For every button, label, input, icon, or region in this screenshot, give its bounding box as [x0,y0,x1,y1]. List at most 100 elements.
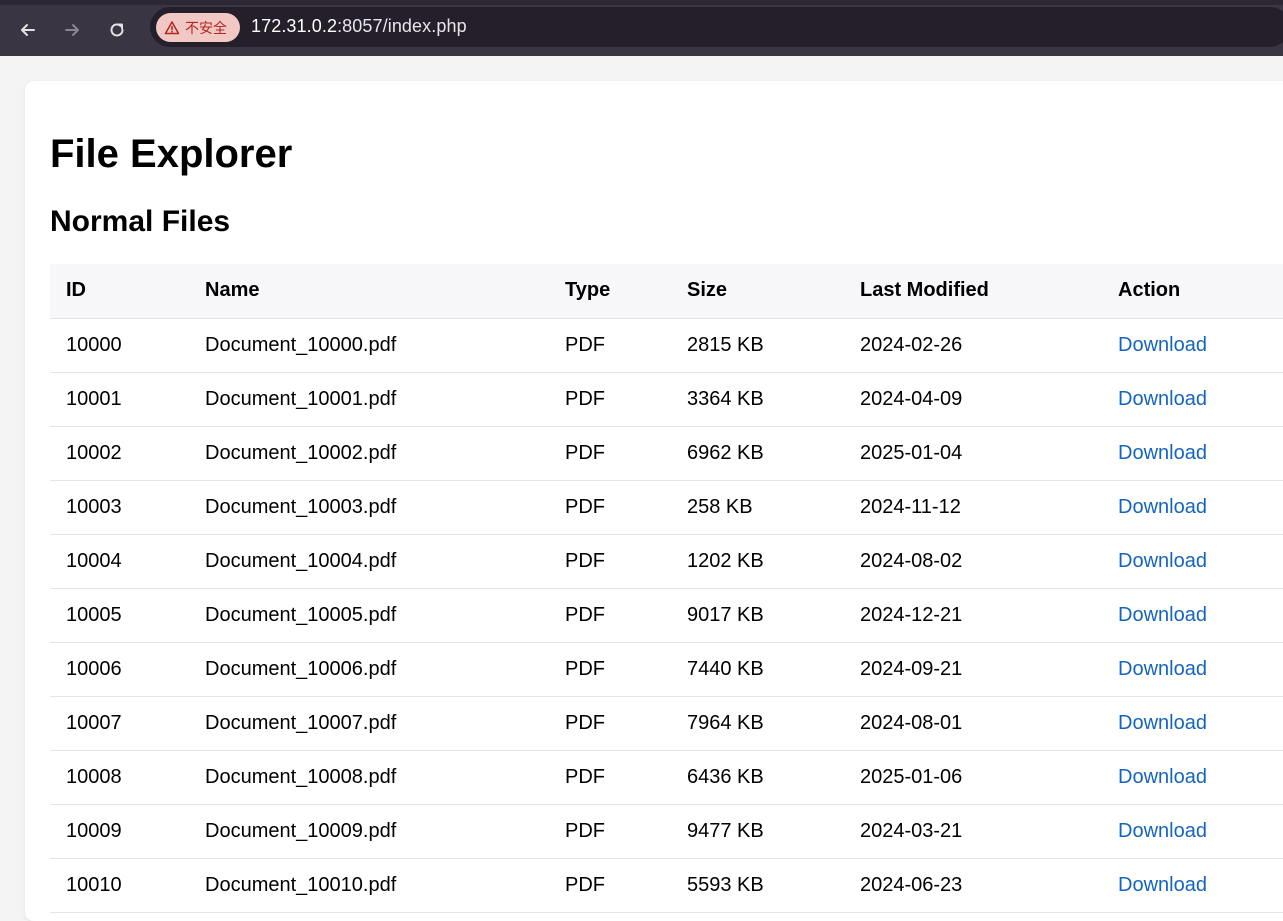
cell-type: PDF [549,426,671,481]
table-row: 10005 Document_10005.pdf PDF 9017 KB 2024-12… [50,588,1283,643]
cell-last-modified: 2024-09-21 [844,642,1102,697]
page-title: File Explorer [50,132,293,176]
cell-last-modified: 2024-03-21 [844,804,1102,859]
cell-name: Document_10007.pdf [189,696,549,751]
cell-name: Document_10001.pdf [189,372,549,427]
cell-last-modified: 2024-04-09 [844,372,1102,427]
section-title: Normal Files [50,205,231,238]
cell-type: PDF [549,534,671,589]
url-text[interactable]: 172.31.0.2:8057/index.php [251,16,467,37]
cell-name: Document_10010.pdf [189,858,549,913]
cell-action: Download [1102,858,1283,913]
cell-action: Download [1102,318,1283,373]
download-link[interactable]: Download [1118,334,1207,356]
cell-type: PDF [549,480,671,535]
cell-last-modified: 2024-12-21 [844,588,1102,643]
cell-type: PDF [549,372,671,427]
warning-triangle-icon [164,20,180,34]
cell-last-modified: 2024-08-02 [844,534,1102,589]
table-row: 10002 Document_10002.pdf PDF 6962 KB 2025-01… [50,426,1283,481]
cell-action: Download [1102,426,1283,481]
download-link[interactable]: Download [1118,874,1207,896]
cell-action: Download [1102,372,1283,427]
cell-type: PDF [549,750,671,805]
cell-id: 10008 [50,750,189,805]
cell-id: 10002 [50,426,189,481]
table-row: 10010 Document_10010.pdf PDF 5593 KB 2024-06… [50,858,1283,913]
download-link[interactable]: Download [1118,496,1207,518]
cell-name: Document_10003.pdf [189,480,549,535]
cell-name: Document_10002.pdf [189,426,549,481]
cell-size: 258 KB [671,480,844,535]
download-link[interactable]: Download [1118,604,1207,626]
cell-id: 10004 [50,534,189,589]
table-row: 10003 Document_10003.pdf PDF 258 KB 2024-11-… [50,480,1283,535]
security-indicator[interactable]: 不安全 [156,13,240,42]
cell-size: 9017 KB [671,588,844,643]
header-size: Size [671,264,844,319]
cell-id: 10005 [50,588,189,643]
url-path: :8057/index.php [337,16,467,36]
cell-type: PDF [549,696,671,751]
cell-size: 9477 KB [671,804,844,859]
cell-type: PDF [549,804,671,859]
cell-id: 10003 [50,480,189,535]
cell-last-modified: 2024-02-26 [844,318,1102,373]
cell-size: 7440 KB [671,642,844,697]
header-type: Type [549,264,671,319]
cell-name: Document_10005.pdf [189,588,549,643]
cell-size: 7964 KB [671,696,844,751]
cell-last-modified: 2024-06-23 [844,858,1102,913]
cell-action: Download [1102,480,1283,535]
download-link[interactable]: Download [1118,820,1207,842]
cell-action: Download [1102,642,1283,697]
cell-action: Download [1102,588,1283,643]
cell-size: 1202 KB [671,534,844,589]
cell-last-modified: 2025-01-06 [844,750,1102,805]
cell-size: 3364 KB [671,372,844,427]
cell-id: 10010 [50,858,189,913]
table-row: 10009 Document_10009.pdf PDF 9477 KB 2024-03… [50,804,1283,859]
security-label: 不安全 [185,20,227,37]
forward-button[interactable] [56,14,88,46]
cell-type: PDF [549,642,671,697]
back-button[interactable] [12,14,44,46]
header-action: Action [1102,264,1283,319]
reload-icon [110,23,124,37]
forward-arrow-icon [65,24,79,36]
cell-action: Download [1102,804,1283,859]
files-table: ID Name Type Size Last Modified Action 1… [50,264,1283,913]
browser-chrome: 不安全 172.31.0.2:8057/index.php [0,0,1283,56]
cell-type: PDF [549,858,671,913]
header-last-modified: Last Modified [844,264,1102,319]
back-arrow-icon [21,24,35,36]
header-name: Name [189,264,549,319]
download-link[interactable]: Download [1118,550,1207,572]
download-link[interactable]: Download [1118,442,1207,464]
cell-type: PDF [549,588,671,643]
download-link[interactable]: Download [1118,658,1207,680]
cell-name: Document_10004.pdf [189,534,549,589]
download-link[interactable]: Download [1118,712,1207,734]
cell-id: 10001 [50,372,189,427]
cell-size: 5593 KB [671,858,844,913]
reload-button[interactable] [101,14,133,46]
table-row: 10001 Document_10001.pdf PDF 3364 KB 2024-04… [50,372,1283,427]
table-row: 10000 Document_10000.pdf PDF 2815 KB 2024-02… [50,318,1283,373]
cell-size: 6436 KB [671,750,844,805]
table-row: 10008 Document_10008.pdf PDF 6436 KB 2025-01… [50,750,1283,805]
cell-last-modified: 2024-08-01 [844,696,1102,751]
download-link[interactable]: Download [1118,388,1207,410]
cell-name: Document_10009.pdf [189,804,549,859]
address-bar[interactable]: 不安全 172.31.0.2:8057/index.php [150,7,1283,47]
table-row: 10006 Document_10006.pdf PDF 7440 KB 2024-09… [50,642,1283,697]
cell-last-modified: 2025-01-04 [844,426,1102,481]
cell-action: Download [1102,696,1283,751]
table-row: 10007 Document_10007.pdf PDF 7964 KB 2024-08… [50,696,1283,751]
cell-name: Document_10008.pdf [189,750,549,805]
cell-name: Document_10000.pdf [189,318,549,373]
url-host: 172.31.0.2 [251,16,338,36]
header-id: ID [50,264,189,319]
download-link[interactable]: Download [1118,766,1207,788]
cell-type: PDF [549,318,671,373]
